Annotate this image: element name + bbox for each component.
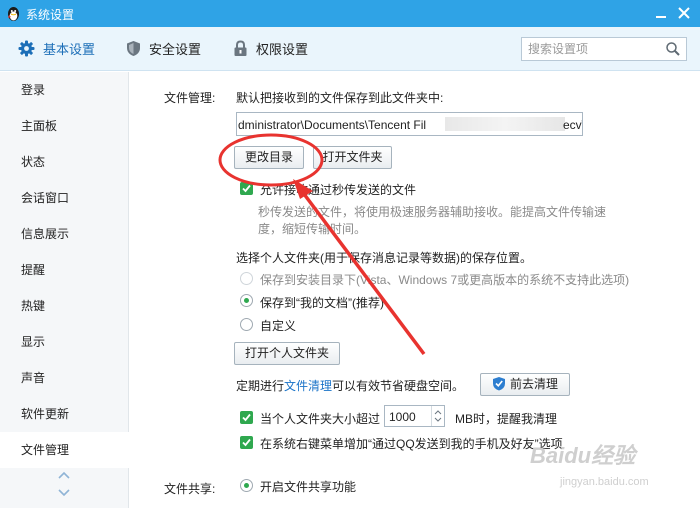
go-cleanup-button[interactable]: 前去清理 [480, 373, 570, 396]
sidebar-item-file-management[interactable]: 文件管理 [0, 432, 130, 468]
receive-folder-path-field[interactable]: dministrator\Documents\Tencent Fil ecv\ [236, 112, 583, 136]
file-management-label: 文件管理: [164, 91, 216, 105]
size-limit-suffix: MB时，提醒我清理 [455, 412, 558, 426]
open-folder-button[interactable]: 打开文件夹 [313, 146, 392, 169]
radio-my-documents[interactable] [240, 294, 253, 307]
radio-my-documents-label: 保存到“我的文档”(推荐) [260, 296, 384, 310]
radio-custom-label: 自定义 [260, 319, 297, 333]
baidu-watermark: Baidu经验 jingyan.baidu.com [530, 438, 649, 488]
chevron-up-icon[interactable] [57, 470, 71, 480]
sidebar-item-info-display[interactable]: 信息展示 [0, 216, 129, 252]
gear-icon [18, 40, 35, 57]
search-icon[interactable] [665, 41, 681, 57]
tab-security-settings[interactable]: 安全设置 [126, 27, 201, 70]
sidebar-item-status[interactable]: 状态 [0, 144, 129, 180]
tab-label: 基本设置 [43, 42, 96, 57]
size-limit-label: 当个人文件夹大小超过 [260, 412, 381, 426]
stepper-arrows-icon[interactable] [432, 406, 444, 426]
instant-transfer-desc-line2: 度，缩短传输时间。 [258, 222, 367, 236]
cleanup-text-after: 可以有效节省硬盘空间。 [332, 379, 465, 393]
search-box[interactable] [521, 37, 687, 61]
path-redacted-area [445, 117, 565, 131]
size-limit-checkbox[interactable] [240, 411, 253, 424]
sidebar-item-login[interactable]: 登录 [0, 72, 129, 108]
enable-file-share-label: 开启文件共享功能 [260, 480, 357, 494]
tab-basic-settings[interactable]: 基本设置 [18, 27, 95, 70]
lock-icon [234, 40, 247, 56]
allow-instant-transfer-label: 允许接收通过秒传发送的文件 [260, 183, 417, 197]
sidebar-item-hotkeys[interactable]: 热键 [0, 288, 129, 324]
minimize-icon[interactable] [650, 3, 672, 23]
shield-icon [492, 377, 505, 391]
sidebar-item-display[interactable]: 显示 [0, 324, 129, 360]
allow-instant-transfer-checkbox[interactable] [240, 182, 253, 195]
file-save-description: 默认把接收到的文件保存到此文件夹中: [236, 91, 444, 105]
size-limit-input[interactable]: 1000 [384, 405, 445, 427]
size-limit-value: 1000 [389, 410, 416, 424]
radio-install-dir[interactable] [240, 272, 253, 285]
instant-transfer-desc-line1: 秒传发送的文件，将使用极速服务器辅助接收。能提高文件传输速 [258, 205, 607, 219]
cleanup-text-before: 定期进行 [236, 379, 285, 393]
change-directory-button[interactable]: 更改目录 [234, 146, 304, 169]
go-cleanup-label: 前去清理 [509, 377, 558, 391]
radio-install-dir-label: 保存到安装目录下(Vista、Windows 7或更高版本的系统不支持此选项) [260, 273, 630, 287]
sidebar-item-sound[interactable]: 声音 [0, 360, 129, 396]
chevron-down-icon[interactable] [57, 488, 71, 498]
sidebar-item-software-update[interactable]: 软件更新 [0, 396, 129, 432]
context-menu-checkbox[interactable] [240, 436, 253, 449]
settings-toolbar: 基本设置 安全设置 权限设置 [0, 27, 700, 71]
file-cleanup-link[interactable]: 文件清理 [284, 379, 332, 393]
watermark-sub: jingyan.baidu.com [560, 476, 649, 488]
path-value: dministrator\Documents\Tencent Fil [238, 118, 427, 132]
size-limit-stepper[interactable] [431, 406, 444, 426]
tab-label: 权限设置 [256, 42, 309, 57]
radio-custom[interactable] [240, 318, 253, 331]
file-share-label: 文件共享: [164, 482, 216, 496]
shield-icon [127, 41, 140, 56]
window-title: 系统设置 [26, 8, 75, 22]
path-tail: ecv\ [563, 118, 583, 132]
sidebar-item-reminders[interactable]: 提醒 [0, 252, 129, 288]
tab-label: 安全设置 [149, 42, 202, 57]
context-menu-label: 在系统右键菜单增加“通过QQ发送到我的手机及好友”选项 [260, 437, 563, 451]
sidebar-item-chat-window[interactable]: 会话窗口 [0, 180, 129, 216]
watermark-main: Baidu经验 [530, 443, 636, 468]
sidebar-item-main-panel[interactable]: 主面板 [0, 108, 129, 144]
personal-folder-title: 选择个人文件夹(用于保存消息记录等数据)的保存位置。 [236, 251, 532, 265]
close-icon[interactable] [673, 3, 695, 23]
radio-enable-file-share[interactable] [240, 479, 253, 492]
title-bar: 系统设置 [0, 0, 700, 27]
sidebar: 登录 主面板 状态 会话窗口 信息展示 提醒 热键 显示 声音 软件更新 文件管… [0, 72, 130, 508]
open-personal-folder-button[interactable]: 打开个人文件夹 [234, 342, 340, 365]
cleanup-text: 定期进行文件清理可以有效节省硬盘空间。 [236, 377, 464, 394]
search-input[interactable] [528, 41, 658, 57]
qq-penguin-icon [8, 7, 19, 21]
tab-permission-settings[interactable]: 权限设置 [233, 27, 308, 70]
